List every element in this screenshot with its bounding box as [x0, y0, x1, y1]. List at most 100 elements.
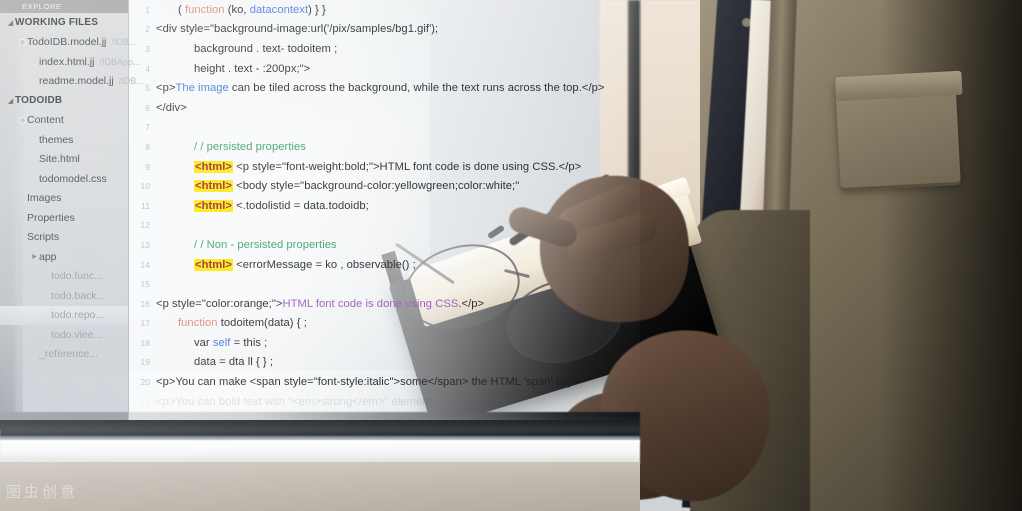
- code-line-text: / / Non - persisted properties: [156, 239, 337, 251]
- screenshot-root: EXPLORE ◢ WORKING FILES TodoIDB.model.jj/I…: [0, 0, 1022, 511]
- code-line[interactable]: 4 height . text - :200px;">: [128, 59, 640, 79]
- line-number: 3: [145, 43, 150, 54]
- code-token: .</p>: [458, 297, 485, 310]
- code-line[interactable]: 17 function todoitem(data) { ;: [128, 314, 640, 334]
- bullet-dot-icon: [18, 117, 27, 123]
- line-number: 18: [140, 337, 150, 348]
- line-number: 6: [145, 102, 150, 113]
- file-explorer-sidebar[interactable]: EXPLORE ◢ WORKING FILES TodoIDB.model.jj/I…: [0, 0, 144, 420]
- line-number: 4: [145, 63, 150, 74]
- code-token: <.todolistid = data.todoidb;: [232, 199, 369, 212]
- sidebar-item-reference[interactable]: _reference...: [0, 345, 128, 365]
- sidebar-item-todomodel-css[interactable]: todomodel.css: [0, 169, 128, 189]
- line-number: 12: [140, 220, 150, 231]
- html-tag-highlight: <html>: [194, 180, 233, 193]
- code-line[interactable]: 14 <html> <errorMessage = ko , observable…: [128, 255, 640, 275]
- code-token-blue: The image: [175, 82, 229, 95]
- code-line[interactable]: 9 <html> <p style="font-weight:bold;">HTM…: [128, 157, 640, 177]
- code-line[interactable]: 10 <html> <body style="background-color:y…: [128, 176, 640, 196]
- code-line[interactable]: 21 <p>You can bold text with "<em>strong<…: [128, 392, 640, 412]
- line-number: 13: [140, 239, 150, 250]
- code-line-text: <html> <errorMessage = ko , observable()…: [156, 258, 416, 271]
- code-line[interactable]: 16 <p style="color:orange;">HTML font cod…: [128, 294, 640, 314]
- code-token: data = dta ll { } ;: [194, 356, 274, 369]
- code-line[interactable]: 2 <div style="background-image:url('/pix/…: [128, 20, 640, 40]
- line-number: 10: [140, 181, 150, 192]
- code-line[interactable]: 13 / / Non - persisted properties: [128, 235, 640, 255]
- sidebar-item-scripts[interactable]: Scripts: [0, 228, 128, 248]
- sidebar-item-todo-repo[interactable]: todo.repo...: [0, 305, 128, 325]
- code-line[interactable]: 5 <p>The image can be tiled across the ba…: [128, 78, 640, 98]
- sidebar-item-content[interactable]: Content: [0, 111, 128, 131]
- code-line-text: / / persisted properties: [156, 141, 306, 153]
- sidebar-item-label: TODOIDB: [15, 95, 63, 107]
- code-line[interactable]: 11 <html> <.todolistid = data.todoidb;: [128, 196, 640, 216]
- line-number: 16: [140, 298, 150, 309]
- code-token: <p style="color:orange;">: [156, 297, 283, 310]
- code-line[interactable]: 19 data = dta ll { } ;: [128, 353, 640, 373]
- code-token-purple: HTML font code is done using CSS: [282, 297, 459, 310]
- code-line[interactable]: 6 </div>: [128, 98, 640, 118]
- sidebar-item-app[interactable]: ▶ app: [0, 247, 128, 267]
- sidebar-item-label: todo.func...: [51, 270, 103, 283]
- sidebar-item-label: todo.back...: [51, 289, 106, 302]
- sidebar-item-label: readme.model.jj: [39, 75, 114, 88]
- code-line-text: <p>You can make <span style="font-style:…: [156, 376, 575, 388]
- file-tree[interactable]: ◢ WORKING FILES TodoIDB.model.jj/IDB... ind…: [0, 13, 144, 365]
- code-line-text: data = dta ll { } ;: [156, 356, 273, 368]
- code-line-text: </div>: [156, 102, 187, 114]
- line-number: 5: [145, 83, 150, 94]
- line-number: 19: [140, 357, 150, 368]
- line-number: 21: [140, 396, 150, 407]
- sidebar-item-todo-back[interactable]: todo.back...: [0, 286, 128, 306]
- code-line[interactable]: 1 ( function (ko, datacontext) } }: [128, 0, 640, 20]
- code-token: <body style="background-color:yellowgree…: [232, 180, 520, 193]
- sidebar-item-todo-viee[interactable]: todo.viee...: [0, 325, 128, 345]
- code-token: </div>: [156, 101, 187, 114]
- code-token-var: datacontext: [249, 3, 309, 16]
- code-line[interactable]: 18 var self = this ;: [128, 333, 640, 353]
- code-token: todoitem(data) { ;: [217, 317, 307, 330]
- sidebar-item-properties[interactable]: Properties: [0, 208, 128, 228]
- code-lines[interactable]: 1 ( function (ko, datacontext) } } 2 <div s…: [128, 0, 640, 420]
- sidebar-item-todo-func[interactable]: todo.func...: [0, 267, 128, 287]
- code-token: (ko,: [224, 3, 250, 16]
- code-line[interactable]: 3 background . text- todoitem ;: [128, 39, 640, 59]
- code-line-text: height . text - :200px;">: [156, 63, 310, 75]
- sidebar-item-label: _reference...: [39, 348, 98, 361]
- code-token-kw: function: [178, 317, 218, 330]
- line-number: 14: [140, 259, 150, 270]
- sidebar-item-label: themes: [39, 133, 74, 146]
- sidebar-item-label: todo.viee...: [51, 328, 103, 341]
- sidebar-item-todoidb-model-jj[interactable]: TodoIDB.model.jj/IDB...: [0, 33, 136, 53]
- code-line[interactable]: 20 <p>You can make <span style="font-styl…: [128, 372, 640, 392]
- sidebar-item-index-html-jj[interactable]: index.html.jj/IDBApp...: [0, 52, 140, 72]
- line-number: 15: [140, 279, 150, 290]
- sidebar-item-working-files[interactable]: ◢ WORKING FILES: [0, 13, 128, 33]
- code-line-text: <p>You can bold text with "<em>strong</e…: [156, 396, 435, 408]
- sidebar-item-label: todo.repo...: [51, 309, 105, 322]
- sidebar-item-readme-model-jj[interactable]: readme.model.jj/IDB...: [0, 72, 144, 92]
- line-number: 20: [140, 377, 150, 388]
- code-line-text: <html> <p style="font-weight:bold;">HTML…: [156, 160, 582, 173]
- code-line[interactable]: 7: [128, 118, 640, 138]
- sidebar-item-todoidb[interactable]: ◢ TODOIDB: [0, 91, 128, 111]
- code-line[interactable]: 12: [128, 216, 640, 236]
- explore-header: EXPLORE: [0, 0, 128, 13]
- sidebar-item-images[interactable]: Images: [0, 189, 128, 209]
- line-number: 2: [145, 24, 150, 35]
- code-token: ) } }: [308, 3, 326, 16]
- code-token: <div style="background-image:url('/pix/s…: [156, 23, 439, 36]
- sidebar-item-site-html[interactable]: Site.html: [0, 150, 128, 170]
- code-line-text: <div style="background-image:url('/pix/s…: [156, 23, 438, 35]
- code-line[interactable]: 15: [128, 274, 640, 294]
- code-token: <p style="font-weight:bold;">HTML font c…: [232, 160, 582, 173]
- line-number: 7: [145, 122, 150, 133]
- line-number: 8: [145, 141, 150, 152]
- sidebar-item-themes[interactable]: themes: [0, 130, 128, 150]
- window-sill-white: [0, 440, 640, 464]
- line-number: 17: [140, 318, 150, 329]
- code-editor-overlay: EXPLORE ◢ WORKING FILES TodoIDB.model.jj/I…: [0, 0, 640, 420]
- code-token-cmt: / / persisted properties: [194, 140, 306, 153]
- code-line[interactable]: 8 / / persisted properties: [128, 137, 640, 157]
